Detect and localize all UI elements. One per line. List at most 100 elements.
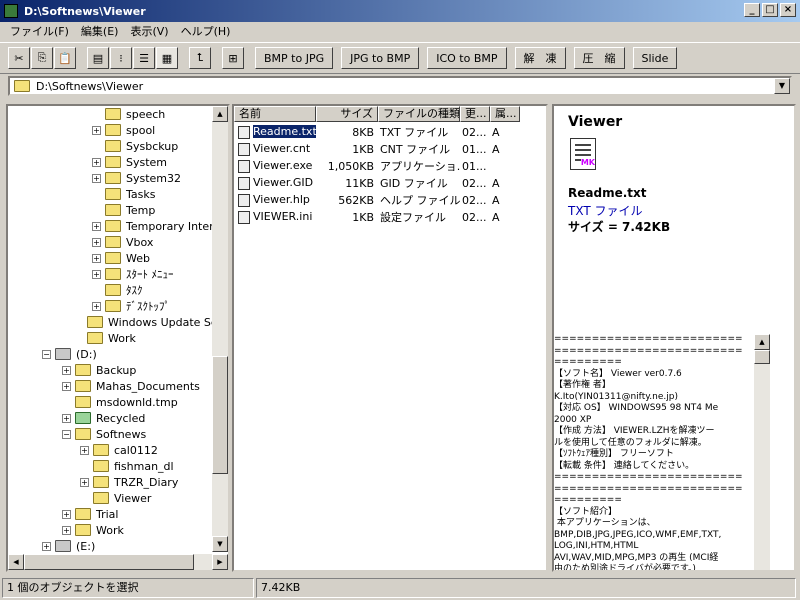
large-icons-view-icon[interactable]: ▤ <box>87 47 109 69</box>
expand-icon[interactable]: + <box>92 221 101 231</box>
tree-item[interactable]: + ﾃﾞｽｸﾄｯﾌﾟ <box>92 298 170 314</box>
tree-item[interactable]: − (D:) <box>42 346 97 362</box>
expand-icon[interactable]: + <box>92 253 101 263</box>
preview-vertical-scrollbar[interactable]: ▲ <box>754 334 770 570</box>
tree-item[interactable]: +speech <box>92 106 165 122</box>
slide-button[interactable]: Slide <box>632 47 678 69</box>
column-headers: 名前 サイズ ファイルの種類 更... 属... <box>234 106 520 122</box>
file-icon <box>238 193 250 207</box>
hscroll-thumb[interactable] <box>24 554 194 570</box>
copy-icon[interactable]: ⎘ <box>31 47 53 69</box>
tree-item[interactable]: + System32 <box>92 170 181 186</box>
tree-item[interactable]: + Temporary Interne <box>92 218 227 234</box>
tree-item[interactable]: + ｽﾀｰﾄ ﾒﾆｭｰ <box>92 266 174 282</box>
expand-icon[interactable]: + <box>92 125 101 135</box>
collapse-icon[interactable]: − <box>42 349 51 359</box>
scroll-right-icon[interactable]: ▶ <box>212 554 228 570</box>
tree-item[interactable]: − Softnews <box>62 426 146 442</box>
file-type: アプリケーショ... <box>380 160 460 173</box>
column-header-name[interactable]: 名前 <box>234 106 316 122</box>
tree-item[interactable]: + (E:) <box>42 538 95 554</box>
tree-item[interactable]: + Mahas_Documents <box>62 378 200 394</box>
file-row[interactable]: Viewer.cnt 1KB CNT ファイル 01... A <box>234 141 520 157</box>
expand-icon[interactable]: + <box>62 381 71 391</box>
tree-item[interactable]: + Trial <box>62 506 118 522</box>
tree-item[interactable]: +Temp <box>92 202 155 218</box>
file-type: TXT ファイル <box>380 126 449 139</box>
column-header-attr[interactable]: 属... <box>490 106 520 122</box>
collapse-icon[interactable]: − <box>62 429 71 439</box>
bmp-to-jpg-button[interactable]: BMP to JPG <box>255 47 334 69</box>
menu-help[interactable]: ヘルプ(H) <box>175 23 237 39</box>
scroll-thumb[interactable] <box>212 356 228 474</box>
column-header-type[interactable]: ファイルの種類 <box>378 106 460 122</box>
cut-icon[interactable]: ✂ <box>8 47 30 69</box>
tree-item[interactable]: +Work <box>62 522 124 538</box>
tree-item[interactable]: +Viewer <box>80 490 151 506</box>
expand-icon[interactable]: + <box>62 509 71 519</box>
chevron-down-icon[interactable]: ▼ <box>774 78 790 94</box>
tree-item[interactable]: + System <box>92 154 167 170</box>
small-icons-view-icon[interactable]: ⁝ <box>110 47 132 69</box>
menu-view[interactable]: 表示(V) <box>124 23 174 39</box>
file-row[interactable]: Readme.txt 8KB TXT ファイル 02... A <box>234 124 520 140</box>
close-button[interactable]: × <box>780 3 796 17</box>
address-bar[interactable]: D:\Softnews\Viewer ▼ <box>8 76 792 96</box>
file-size: 8KB <box>352 125 374 139</box>
tree-horizontal-scrollbar[interactable]: ◀ ▶ <box>8 554 228 570</box>
expand-icon[interactable]: + <box>80 477 89 487</box>
details-view-icon[interactable]: ▦ <box>156 47 178 69</box>
tree-item[interactable]: +Work <box>74 330 136 346</box>
jpg-to-bmp-button[interactable]: JPG to BMP <box>341 47 420 69</box>
tree-item[interactable]: + Backup <box>62 362 136 378</box>
tree-item[interactable]: +msdownld.tmp <box>62 394 178 410</box>
scroll-down-icon[interactable]: ▼ <box>212 536 228 552</box>
tree-item[interactable]: +Sysbckup <box>92 138 178 154</box>
up-folder-icon[interactable]: ⮤ <box>189 47 211 69</box>
folder-icon <box>75 380 91 392</box>
tree-item[interactable]: + Recycled <box>62 410 145 426</box>
scroll-up-icon[interactable]: ▲ <box>754 334 770 350</box>
tree-item[interactable]: + cal0112 <box>80 442 158 458</box>
tree-item[interactable]: +Windows Update Setu <box>74 314 228 330</box>
tree-item[interactable]: +fishman_dl <box>80 458 174 474</box>
scroll-left-icon[interactable]: ◀ <box>8 554 24 570</box>
paste-icon[interactable]: 📋 <box>54 47 76 69</box>
menu-edit[interactable]: 編集(E) <box>75 23 125 39</box>
file-name: Viewer.GID <box>253 176 314 190</box>
thumbnail-view-icon[interactable]: ⊞ <box>222 47 244 69</box>
expand-icon[interactable]: + <box>42 541 51 551</box>
column-header-date[interactable]: 更... <box>460 106 490 122</box>
tree-item[interactable]: + spool <box>92 122 155 138</box>
ico-to-bmp-button[interactable]: ICO to BMP <box>427 47 507 69</box>
expand-icon[interactable]: + <box>62 365 71 375</box>
expand-icon[interactable]: + <box>62 525 71 535</box>
file-row[interactable]: Viewer.exe 1,050KB アプリケーショ... 01... <box>234 158 520 174</box>
expand-icon[interactable]: + <box>62 413 71 423</box>
scroll-up-icon[interactable]: ▲ <box>212 106 228 122</box>
tree-item[interactable]: +Tasks <box>92 186 155 202</box>
tree-item[interactable]: + Web <box>92 250 150 266</box>
column-header-size[interactable]: サイズ <box>316 106 378 122</box>
tree-item[interactable]: +ﾀｽｸ <box>92 282 143 298</box>
menu-file[interactable]: ファイル(F) <box>4 23 75 39</box>
expand-icon[interactable]: + <box>92 269 101 279</box>
expand-icon[interactable]: + <box>92 237 101 247</box>
file-row[interactable]: Viewer.hlp 562KB ヘルプ ファイル 02... A <box>234 192 520 208</box>
scroll-thumb[interactable] <box>754 350 770 364</box>
tree-item[interactable]: + Vbox <box>92 234 153 250</box>
expand-icon[interactable]: + <box>92 301 101 311</box>
minimize-button[interactable]: _ <box>744 3 760 17</box>
compress-button[interactable]: 圧 縮 <box>573 47 625 69</box>
file-row[interactable]: Viewer.GID 11KB GID ファイル 02... A <box>234 175 520 191</box>
extract-button[interactable]: 解 凍 <box>514 47 566 69</box>
tree-item-label: Softnews <box>96 427 147 441</box>
list-view-icon[interactable]: ☰ <box>133 47 155 69</box>
expand-icon[interactable]: + <box>80 445 89 455</box>
file-row[interactable]: VIEWER.ini 1KB 設定ファイル 02... A <box>234 209 520 225</box>
maximize-button[interactable]: □ <box>762 3 778 17</box>
expand-icon[interactable]: + <box>92 157 101 167</box>
tree-item[interactable]: + TRZR_Diary <box>80 474 178 490</box>
tree-vertical-scrollbar[interactable]: ▲ ▼ <box>212 106 228 552</box>
expand-icon[interactable]: + <box>92 173 101 183</box>
